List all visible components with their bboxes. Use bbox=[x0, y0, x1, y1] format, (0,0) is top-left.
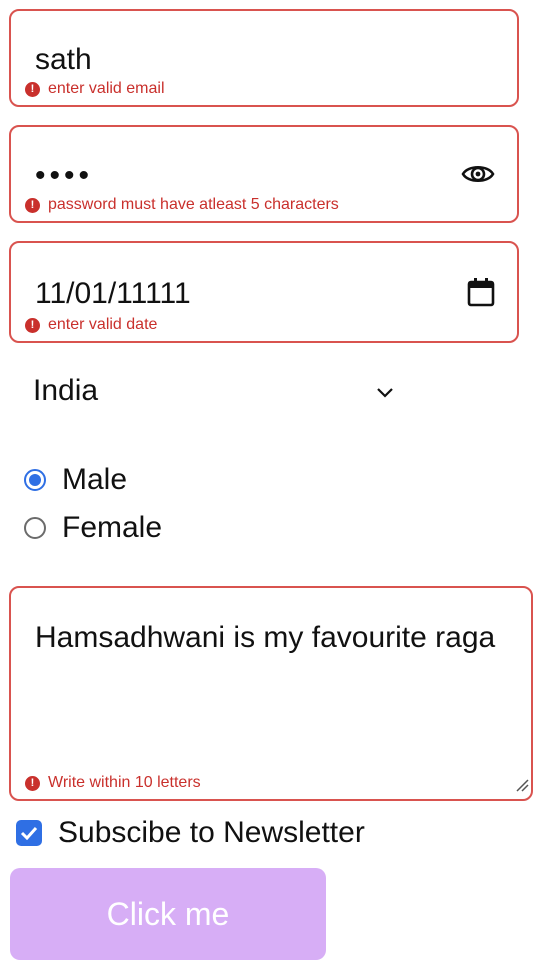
country-select[interactable]: India bbox=[33, 370, 403, 414]
check-icon bbox=[20, 826, 38, 840]
bio-error: ! Write within 10 letters bbox=[25, 774, 201, 792]
submit-button[interactable]: Click me bbox=[10, 868, 326, 960]
eye-icon[interactable] bbox=[461, 161, 495, 192]
bio-value: Hamsadhwani is my favourite raga bbox=[35, 621, 496, 654]
password-error-text: password must have atleast 5 characters bbox=[48, 196, 339, 213]
date-field[interactable]: 11/01/11111 ! enter valid date bbox=[9, 241, 519, 343]
calendar-icon[interactable] bbox=[467, 277, 495, 312]
resize-handle-icon[interactable] bbox=[515, 778, 529, 797]
password-error: ! password must have atleast 5 character… bbox=[25, 196, 339, 214]
radio-male-label: Male bbox=[62, 463, 128, 496]
date-error: ! enter valid date bbox=[25, 316, 157, 334]
radio-option-female[interactable]: Female bbox=[24, 511, 162, 545]
email-error: ! enter valid email bbox=[25, 80, 165, 98]
date-value: 11/01/11111 bbox=[35, 277, 191, 310]
password-value: •••• bbox=[35, 159, 94, 192]
password-field[interactable]: •••• ! password must have atleast 5 char… bbox=[9, 125, 519, 223]
newsletter-option[interactable]: Subscibe to Newsletter bbox=[16, 816, 365, 850]
bio-textarea[interactable]: Hamsadhwani is my favourite raga ! Write… bbox=[9, 586, 533, 801]
error-icon: ! bbox=[25, 197, 40, 213]
date-error-text: enter valid date bbox=[48, 316, 158, 333]
radio-male[interactable] bbox=[24, 469, 46, 491]
country-value: India bbox=[33, 374, 99, 407]
newsletter-checkbox[interactable] bbox=[16, 820, 42, 846]
chevron-down-icon bbox=[376, 386, 394, 404]
email-value: sath bbox=[35, 43, 92, 76]
error-icon: ! bbox=[25, 317, 40, 333]
bio-error-text: Write within 10 letters bbox=[48, 774, 201, 791]
error-icon: ! bbox=[25, 81, 40, 97]
radio-female[interactable] bbox=[24, 517, 46, 539]
radio-option-male[interactable]: Male bbox=[24, 463, 127, 497]
email-field[interactable]: sath ! enter valid email bbox=[9, 9, 519, 107]
error-icon: ! bbox=[25, 775, 40, 791]
newsletter-label: Subscibe to Newsletter bbox=[58, 816, 365, 849]
radio-female-label: Female bbox=[62, 511, 163, 544]
email-error-text: enter valid email bbox=[48, 80, 165, 97]
